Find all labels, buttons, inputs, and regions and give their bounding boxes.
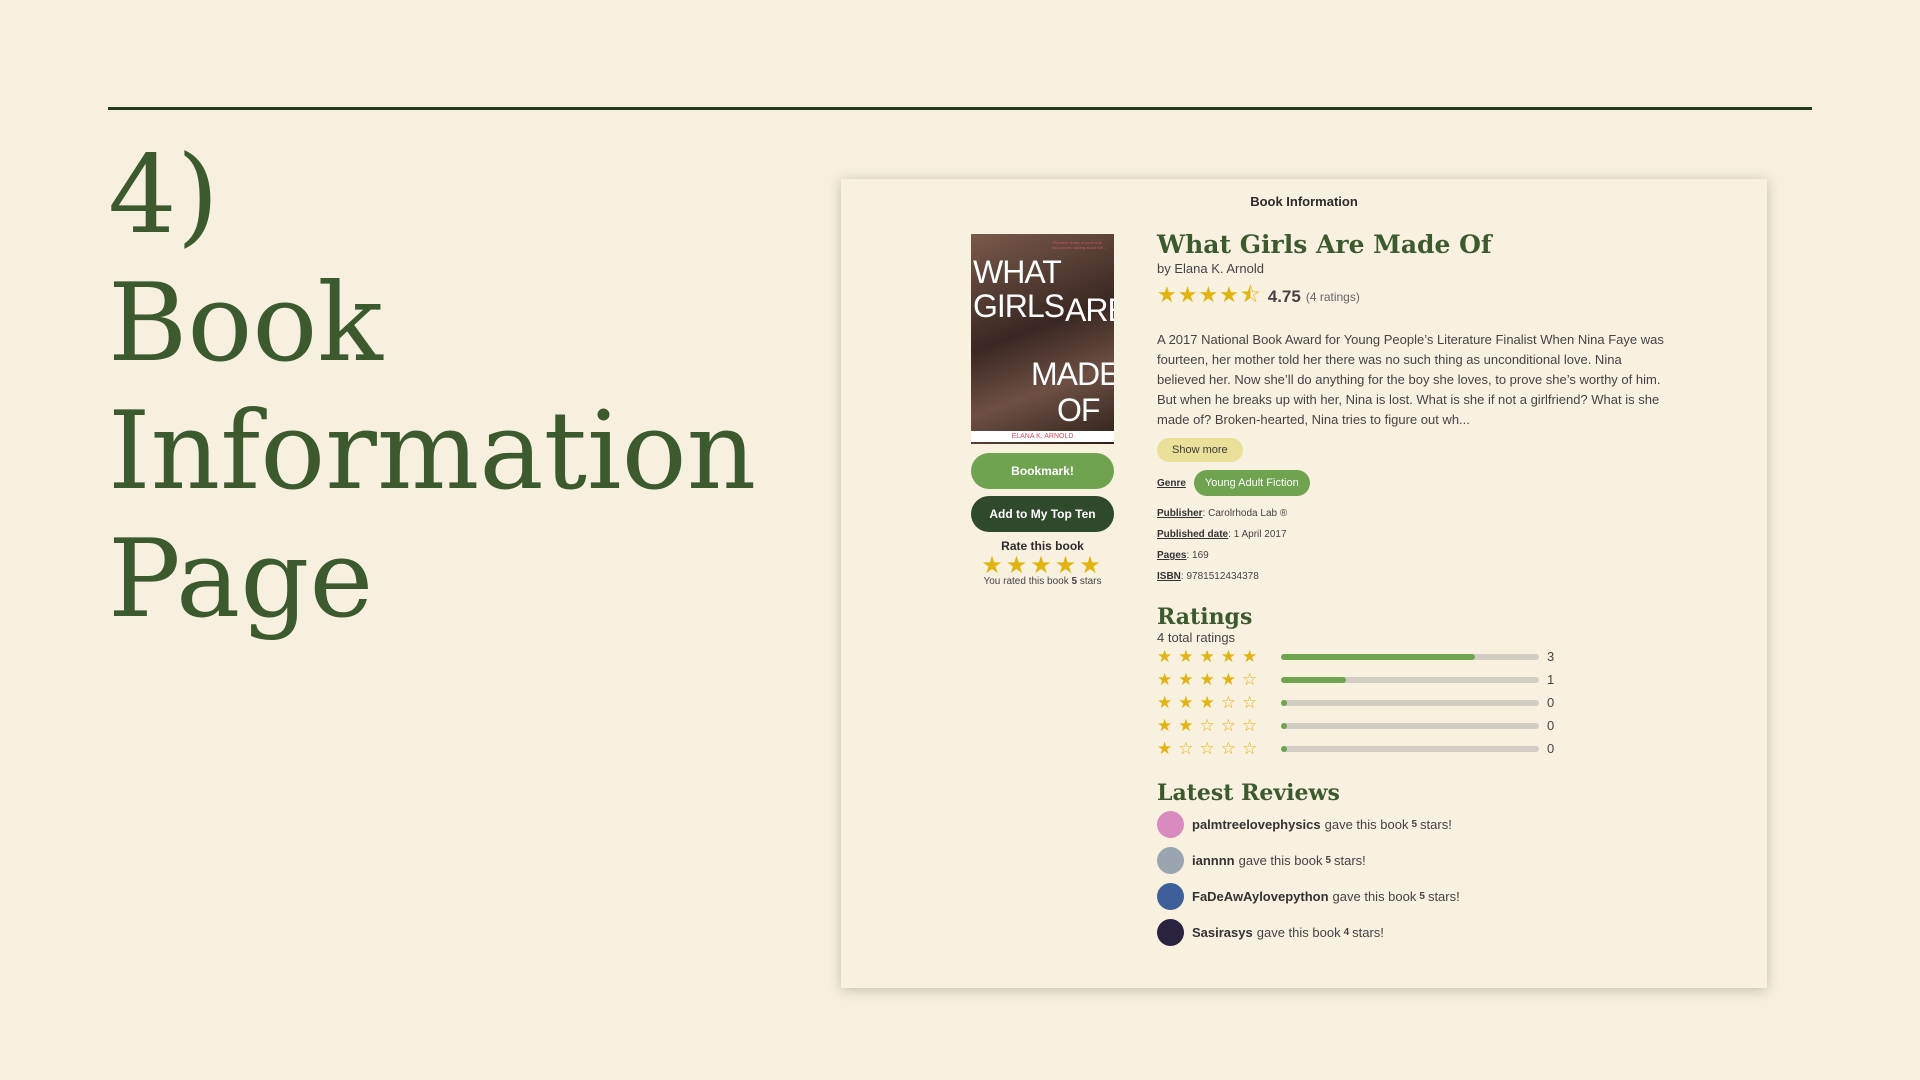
distribution-bar	[1281, 722, 1539, 729]
review-item: palmtreelovephysics gave this book 5 sta…	[1157, 806, 1677, 842]
rating-distribution: ★★★★★ 3 ★★★★☆ 1 ★★★☆☆ 0 ★★☆☆☆ 0 ★☆☆☆☆ 0	[1157, 645, 1677, 760]
distribution-count: 3	[1547, 649, 1555, 664]
row-stars-icon: ★★★★★	[1157, 646, 1264, 666]
ratings-count: (4 ratings)	[1305, 290, 1360, 304]
user-avatar[interactable]	[1157, 846, 1184, 874]
distribution-fill	[1281, 745, 1288, 752]
book-details: What Girls Are Made Of by Elana K. Arnol…	[1157, 229, 1677, 950]
slide-title-line: Information	[108, 389, 757, 514]
row-stars-icon: ★☆☆☆☆	[1157, 738, 1264, 758]
book-metadata: Publisher: Carolrhoda Lab ® Published da…	[1157, 508, 1677, 592]
distribution-bar	[1281, 745, 1539, 752]
slide-title-line: 4)	[108, 133, 219, 258]
user-avatar[interactable]	[1157, 918, 1184, 946]
row-stars-icon: ★★☆☆☆	[1157, 715, 1264, 735]
reviews-list: palmtreelovephysics gave this book 5 sta…	[1157, 806, 1677, 950]
cover-title-word: WHAT	[973, 254, 1062, 290]
cover-title-word: MADE	[1031, 356, 1114, 392]
average-rating: ★★★★⯪ 4.75 (4 ratings)	[1157, 278, 1677, 316]
distribution-count: 0	[1547, 718, 1555, 733]
average-stars-icon: ★★★★⯪	[1157, 282, 1262, 307]
distribution-fill	[1281, 676, 1346, 683]
review-username[interactable]: FaDeAwAylovepython	[1192, 889, 1329, 904]
top-divider	[108, 107, 1812, 110]
distribution-count: 0	[1547, 695, 1555, 710]
publisher-row: Publisher: Carolrhoda Lab ®	[1157, 508, 1288, 519]
cover-title-word: ARE	[1065, 292, 1114, 328]
distribution-bar	[1281, 699, 1539, 706]
cover-title-word: OF	[1057, 392, 1100, 428]
show-more-button[interactable]: Show more	[1157, 438, 1243, 462]
slide-title-line: Book	[108, 261, 383, 386]
ratings-heading: Ratings	[1157, 604, 1253, 630]
page-header: Book Information	[1250, 194, 1358, 209]
user-rating-note: You rated this book 5 stars	[983, 576, 1102, 587]
review-username[interactable]: iannnn	[1192, 853, 1235, 868]
review-username[interactable]: Sasirasys	[1192, 925, 1253, 940]
cover-author: ELANA K. ARNOLD	[971, 431, 1114, 442]
row-stars-icon: ★★★★☆	[1157, 669, 1264, 689]
distribution-count: 0	[1547, 741, 1555, 756]
book-cover-image: "Readers finally a novel that has women …	[971, 234, 1114, 444]
genre-tag[interactable]: Young Adult Fiction	[1193, 470, 1310, 496]
distribution-bar	[1281, 676, 1539, 683]
pages-row: Pages: 169	[1157, 550, 1209, 561]
book-title: What Girls Are Made Of	[1157, 230, 1492, 259]
genre-row: Genre Young Adult Fiction	[1157, 470, 1677, 496]
distribution-fill	[1281, 699, 1288, 706]
add-top-ten-button[interactable]: Add to My Top Ten	[971, 496, 1114, 532]
bookmark-button[interactable]: Bookmark!	[971, 453, 1114, 489]
distribution-row: ★☆☆☆☆ 0	[1157, 737, 1677, 760]
book-author: by Elana K. Arnold	[1157, 261, 1264, 276]
review-item: iannnn gave this book 5 stars!	[1157, 842, 1677, 878]
isbn-row: ISBN: 9781512434378	[1157, 571, 1259, 582]
book-info-screenshot: Book Information "Readers finally a nove…	[841, 179, 1767, 988]
published-date-row: Published date: 1 April 2017	[1157, 529, 1287, 540]
book-description: A 2017 National Book Award for Young Peo…	[1157, 332, 1664, 427]
slide-title-line: Page	[108, 517, 374, 642]
review-item: Sasirasys gave this book 4 stars!	[1157, 914, 1677, 950]
distribution-row: ★★★★☆ 1	[1157, 668, 1677, 691]
user-avatar[interactable]	[1157, 882, 1184, 910]
ratings-total: 4 total ratings	[1157, 630, 1236, 645]
distribution-fill	[1281, 653, 1475, 660]
distribution-row: ★★☆☆☆ 0	[1157, 714, 1677, 737]
distribution-bar	[1281, 653, 1539, 660]
user-avatar[interactable]	[1157, 810, 1184, 838]
genre-label: Genre	[1157, 477, 1186, 489]
distribution-row: ★★★★★ 3	[1157, 645, 1677, 668]
review-item: FaDeAwAylovepython gave this book 5 star…	[1157, 878, 1677, 914]
distribution-row: ★★★☆☆ 0	[1157, 691, 1677, 714]
distribution-count: 1	[1547, 672, 1555, 687]
review-username[interactable]: palmtreelovephysics	[1192, 817, 1321, 832]
cover-title-word: GIRLS	[973, 288, 1065, 324]
average-rating-value: 4.75	[1267, 287, 1301, 306]
slide-title: 4) Book Information Page	[108, 132, 828, 644]
latest-reviews-heading: Latest Reviews	[1157, 780, 1340, 806]
row-stars-icon: ★★★☆☆	[1157, 692, 1264, 712]
distribution-fill	[1281, 722, 1288, 729]
